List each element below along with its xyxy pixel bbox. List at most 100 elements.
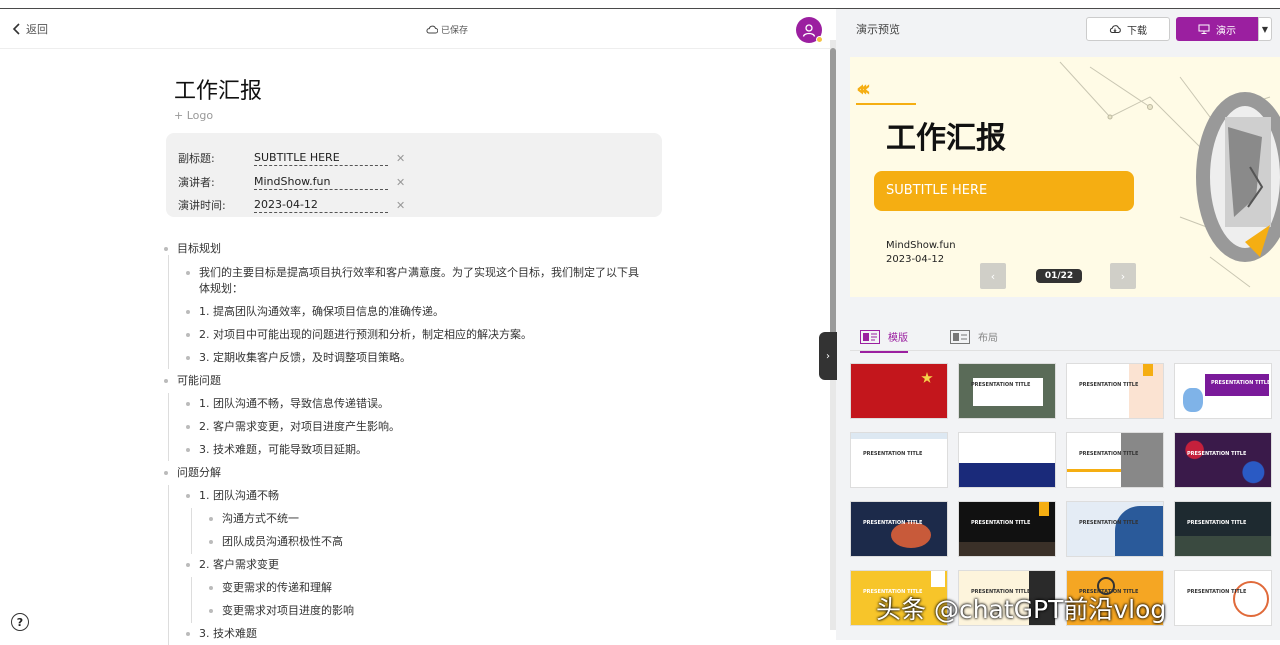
outline-guide <box>168 255 169 369</box>
outline-item[interactable]: 我们的主要目标是提高项目执行效率和客户满意度。为了实现这个目标，我们制定了以下具 <box>186 265 639 281</box>
subtitle-row: 副标题: SUBTITLE HERE ✕ <box>178 150 405 166</box>
chevron-underline <box>856 103 916 105</box>
user-avatar[interactable] <box>796 17 823 43</box>
outline-item[interactable]: 1. 提高团队沟通效率，确保项目信息的准确传递。 <box>186 304 444 320</box>
outline-item-continued: 体规划： <box>199 282 243 295</box>
template-title: PRESENTATION TITLE <box>1211 380 1271 386</box>
template-thumbnail[interactable]: PRESENTATION TITLE <box>958 501 1056 557</box>
outline-item[interactable]: 2. 客户需求变更 <box>186 557 279 573</box>
subtitle-label: 副标题: <box>178 152 215 165</box>
watermark: 头条 @chatGPT前沿vlog <box>876 595 1167 624</box>
next-slide-button[interactable]: › <box>1110 263 1136 289</box>
template-thumbnail[interactable]: PRESENTATION TITLE <box>958 432 1056 488</box>
presenter-label: 演讲者: <box>178 176 215 189</box>
outline-item[interactable]: 团队成员沟通积极性不高 <box>209 534 343 550</box>
avatar-badge <box>816 36 823 43</box>
add-logo-link[interactable]: + Logo <box>174 109 213 122</box>
present-dropdown-button[interactable]: ▼ <box>1258 17 1272 41</box>
outline-item[interactable]: 变更需求对项目进度的影响 <box>209 603 354 619</box>
template-title: PRESENTATION TITLE <box>1187 520 1247 526</box>
template-title: PRESENTATION TITLE <box>965 453 1025 459</box>
tab-layout[interactable]: 布局 <box>950 329 998 344</box>
outline-item[interactable]: 3. 技术难题，可能导致项目延期。 <box>186 442 367 458</box>
template-thumbnail[interactable]: PRESENTATION TITLE <box>1174 363 1272 419</box>
template-thumbnail[interactable]: PRESENTATION TITLE <box>1174 501 1272 557</box>
template-thumbnail[interactable]: PRESENTATION TITLE <box>1066 432 1164 488</box>
layout-icon <box>950 329 970 344</box>
outline-item[interactable]: 1. 团队沟通不畅 <box>186 488 279 504</box>
prev-slide-button[interactable]: ‹ <box>980 263 1006 289</box>
slide-date: 2023-04-12 <box>886 254 945 265</box>
slide-pager: 01/22 <box>1036 269 1082 283</box>
date-input[interactable]: 2023-04-12 <box>254 198 388 213</box>
tab-templates[interactable]: 模版 <box>860 329 908 353</box>
bullet-icon <box>209 540 213 544</box>
download-button[interactable]: 下载 <box>1086 17 1170 41</box>
preview-title: 演示预览 <box>856 23 900 36</box>
template-thumbnail[interactable]: PRESENTATION TITLE <box>1066 363 1164 419</box>
presenter-row: 演讲者: MindShow.fun ✕ <box>178 174 405 190</box>
template-title: PRESENTATION TITLE <box>1079 382 1139 388</box>
bullet-icon <box>186 356 190 360</box>
chevrons-icon: ‹‹‹ <box>856 77 871 102</box>
subtitle-input[interactable]: SUBTITLE HERE <box>254 151 388 166</box>
outline-item[interactable]: 3. 定期收集客户反馈，及时调整项目策略。 <box>186 350 411 366</box>
date-label: 演讲时间: <box>178 199 226 212</box>
template-thumbnail[interactable]: PRESENTATION TITLE <box>1174 570 1272 626</box>
caret-down-icon: ▼ <box>1261 24 1269 34</box>
bullet-icon <box>186 563 190 567</box>
template-title: PRESENTATION TITLE <box>971 520 1031 526</box>
template-thumbnail[interactable]: PRESENTATION TITLE <box>958 363 1056 419</box>
user-icon <box>802 24 816 37</box>
help-icon[interactable]: ? <box>11 613 29 631</box>
template-thumbnail[interactable]: PRESENTATION TITLE <box>850 432 948 488</box>
outline-item[interactable]: 可能问题 <box>164 373 221 389</box>
outline-item[interactable]: 问题分解 <box>164 465 221 481</box>
present-button[interactable]: 演示 <box>1176 17 1258 41</box>
tab-layout-label: 布局 <box>978 333 998 344</box>
bullet-icon <box>209 586 213 590</box>
outline-item[interactable]: 2. 客户需求变更，对项目进度产生影响。 <box>186 419 400 435</box>
template-thumbnail[interactable]: PRESENTATION TITLE <box>850 501 948 557</box>
template-title: PRESENTATION TITLE <box>863 451 923 457</box>
presenter-input[interactable]: MindShow.fun <box>254 175 388 190</box>
collapse-panel-button[interactable]: › <box>819 332 837 380</box>
outline-guide <box>191 508 192 554</box>
bullet-icon <box>164 379 168 383</box>
template-thumbnail[interactable] <box>850 363 948 419</box>
slide-author: MindShow.fun <box>886 240 956 251</box>
template-thumbnail[interactable]: PRESENTATION TITLE <box>1174 432 1272 488</box>
chevron-left-icon <box>12 23 20 35</box>
bullet-icon <box>209 517 213 521</box>
back-button[interactable]: 返回 <box>12 21 48 37</box>
bullet-icon <box>186 333 190 337</box>
bullet-icon <box>186 425 190 429</box>
outline-item[interactable]: 沟通方式不统一 <box>209 511 299 527</box>
save-status-label: 已保存 <box>441 26 469 36</box>
download-label: 下载 <box>1127 25 1147 37</box>
outline-item[interactable]: 变更需求的传递和理解 <box>209 580 332 596</box>
clear-icon[interactable]: ✕ <box>396 199 405 212</box>
slide-title: 工作汇报 <box>886 121 1006 156</box>
clear-icon[interactable]: ✕ <box>396 176 405 189</box>
outline-guide <box>191 577 192 623</box>
template-title: PRESENTATION TITLE <box>863 520 923 526</box>
document-title[interactable]: 工作汇报 <box>174 73 262 105</box>
template-title: PRESENTATION TITLE <box>971 382 1031 388</box>
present-label: 演示 <box>1216 25 1236 37</box>
slide-preview[interactable]: ‹‹‹ 工作汇报 SUBTITLE HERE MindShow.fun 2023… <box>850 57 1280 297</box>
bullet-icon <box>164 471 168 475</box>
clear-icon[interactable]: ✕ <box>396 152 405 165</box>
outline-item[interactable]: 1. 团队沟通不畅，导致信息传递错误。 <box>186 396 389 412</box>
save-status: 已保存 <box>426 23 468 36</box>
template-title: PRESENTATION TITLE <box>1187 589 1247 595</box>
outline-item[interactable]: 目标规划 <box>164 241 221 257</box>
outline-guide <box>168 485 169 645</box>
template-title: PRESENTATION TITLE <box>1079 451 1139 457</box>
template-thumbnail[interactable]: PRESENTATION TITLE <box>1066 501 1164 557</box>
outline-item[interactable]: 2. 对项目中可能出现的问题进行预测和分析，制定相应的解决方案。 <box>186 327 532 343</box>
bullet-icon <box>186 448 190 452</box>
bullet-icon <box>164 247 168 251</box>
chevron-right-icon: › <box>826 350 830 362</box>
cloud-icon <box>426 25 438 34</box>
